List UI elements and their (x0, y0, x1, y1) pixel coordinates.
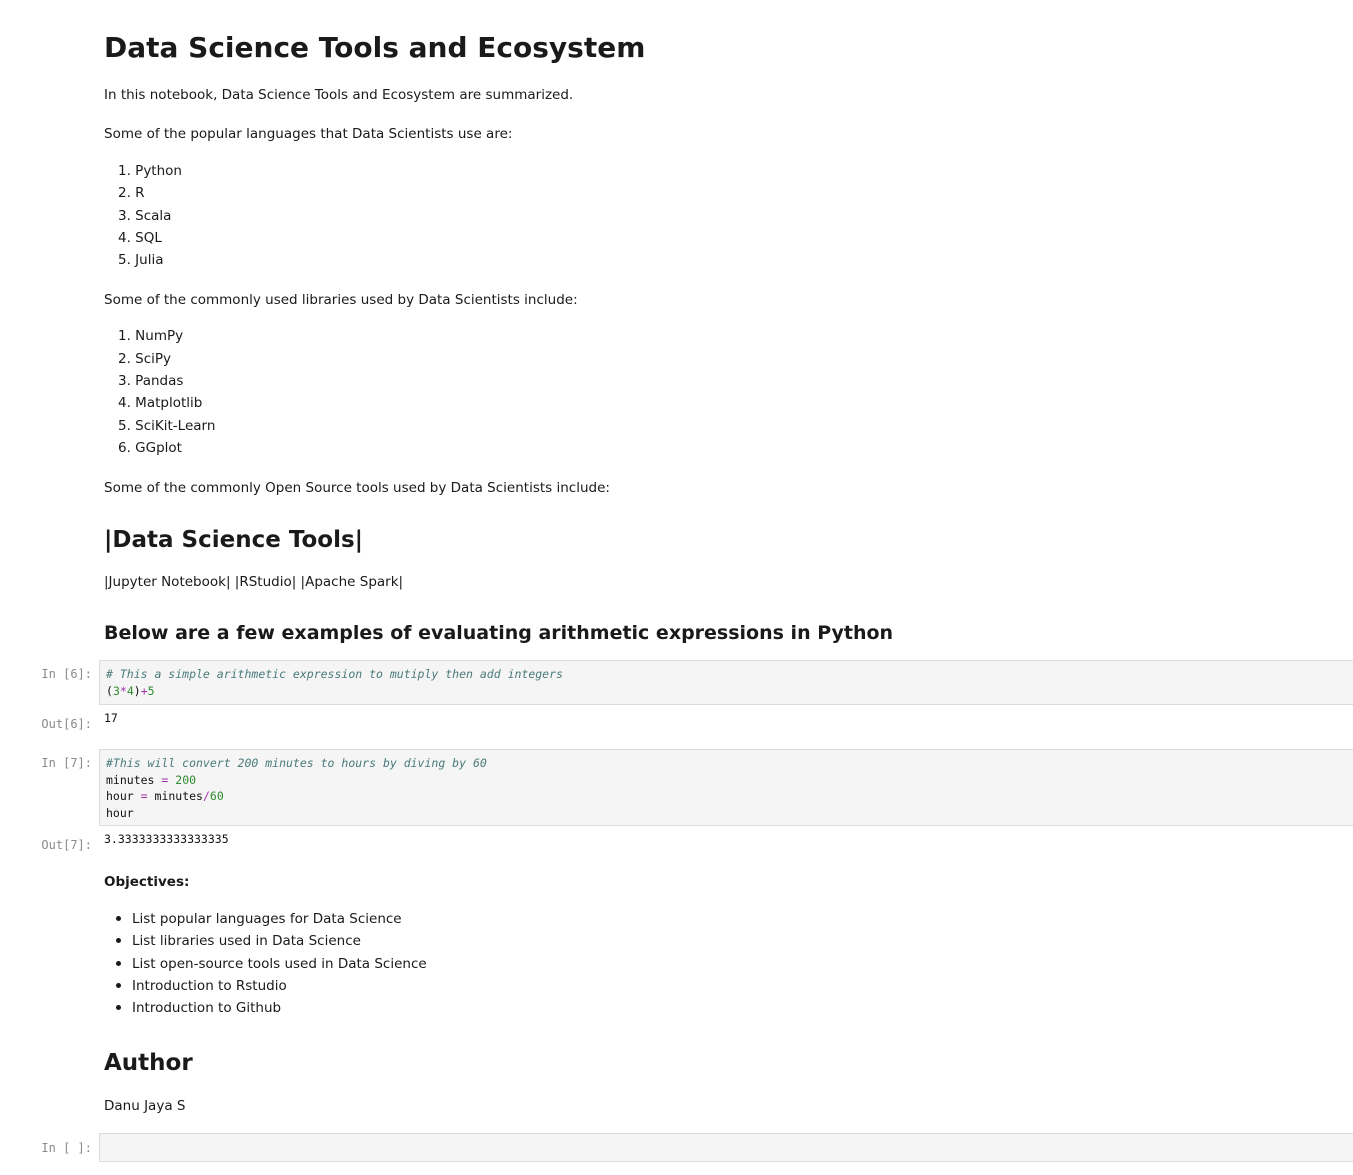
list-item: 3. Pandas (118, 373, 184, 389)
libraries-heading: Some of the commonly used libraries used… (104, 292, 578, 308)
output-prompt: Out[7]: (41, 838, 92, 852)
code-comment: #This will convert 200 minutes to hours … (106, 756, 487, 770)
cell-output: 3.3333333333333335 (104, 832, 229, 846)
bullet-icon (116, 916, 121, 921)
input-prompt: In [ ]: (41, 1141, 92, 1155)
list-item: 2. R (118, 185, 145, 201)
list-item: 6. GGplot (118, 440, 182, 456)
cell-output: 17 (104, 711, 118, 725)
arith-heading: Below are a few examples of evaluating a… (104, 622, 894, 644)
languages-heading: Some of the popular languages that Data … (104, 126, 513, 142)
output-prompt: Out[6]: (41, 717, 92, 731)
list-item: 1. Python (118, 163, 182, 179)
list-item: List libraries used in Data Science (132, 933, 361, 949)
author-heading: Author (104, 1050, 193, 1076)
bullet-icon (116, 938, 121, 943)
code-cell-6[interactable]: # This a simple arithmetic expression to… (99, 660, 1353, 705)
code-cell-7[interactable]: #This will convert 200 minutes to hours … (99, 749, 1353, 826)
objectives-heading: Objectives: (104, 874, 190, 890)
tools-table-row: |Jupyter Notebook| |RStudio| |Apache Spa… (104, 574, 404, 590)
author-name: Danu Jaya S (104, 1098, 186, 1114)
intro-text: In this notebook, Data Science Tools and… (104, 87, 574, 103)
tools-table-header: |Data Science Tools| (104, 527, 364, 553)
empty-code-cell[interactable] (99, 1133, 1353, 1162)
input-prompt: In [6]: (41, 667, 92, 681)
input-prompt: In [7]: (41, 756, 92, 770)
list-item: 2. SciPy (118, 351, 172, 367)
list-item: List open-source tools used in Data Scie… (132, 956, 427, 972)
bullet-icon (116, 983, 121, 988)
list-item: 3. Scala (118, 208, 172, 224)
list-item: 5. Julia (118, 252, 164, 268)
list-item: Introduction to Github (132, 1000, 282, 1016)
tools-heading: Some of the commonly Open Source tools u… (104, 480, 610, 496)
list-item: 4. SQL (118, 230, 162, 246)
list-item: 1. NumPy (118, 328, 184, 344)
bullet-icon (116, 1005, 121, 1010)
list-item: 5. SciKit-Learn (118, 418, 216, 434)
list-item: 4. Matplotlib (118, 395, 203, 411)
code-comment: # This a simple arithmetic expression to… (106, 667, 563, 681)
bullet-icon (116, 961, 121, 966)
list-item: List popular languages for Data Science (132, 911, 402, 927)
list-item: Introduction to Rstudio (132, 978, 287, 994)
notebook-title: Data Science Tools and Ecosystem (104, 31, 646, 64)
